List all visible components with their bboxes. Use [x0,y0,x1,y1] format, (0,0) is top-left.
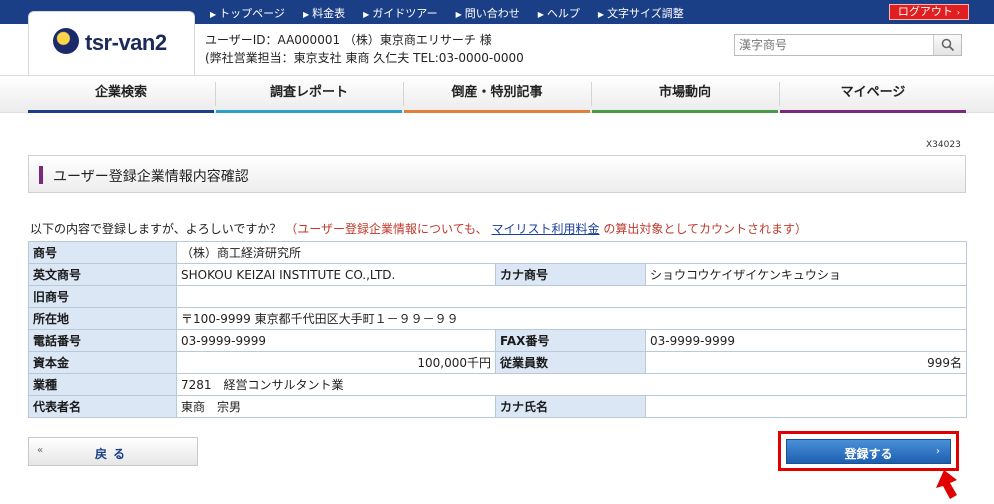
gnav-bankruptcy[interactable]: 倒産・特別記事 [404,76,590,113]
chevron-right-icon: › [936,446,940,457]
table-row: 資本金 100,000千円 従業員数 999名 [28,351,968,374]
tel-value: 03-9999-9999 [176,329,496,352]
representative-kana-label: カナ氏名 [495,395,646,418]
toplink-label: ガイドツアー [372,7,438,20]
pointer-arrow-icon [936,470,957,499]
search-box [734,34,962,56]
logo[interactable]: tsr-van2 [28,11,195,75]
arrow-icon: ▶ [455,10,462,19]
notice-text: 以下の内容で登録しますが、よろしいですか？ [30,222,282,236]
arrow-icon: ▶ [537,10,544,19]
notice-red-suffix: の算出対象としてカウントされます） [603,222,808,236]
representative-kana-value [644,395,968,418]
sales-contact-line: (弊社営業担当：東京支社 東商 久仁夫 TEL:03-0000-0000 [205,51,524,65]
table-row: 旧商号 [28,285,968,308]
gnav-underline [780,110,966,113]
gnav-label: 倒産・特別記事 [451,85,543,100]
kana-name-label: カナ商号 [495,263,646,286]
company-info-table: 商号 （株）商工経済研究所 英文商号 SHOKOU KEIZAI INSTITU… [28,241,968,418]
gnav-underline [404,110,590,113]
toplink-label: トップページ [219,7,285,20]
globe-logo-icon [53,28,79,54]
notice-red-prefix: （ユーザー登録企業情報についても、 [285,222,488,236]
logout-label: ログアウト [897,5,953,18]
user-id-line: ユーザーID：AA000001 （株）東京商エリサーチ 様 [205,33,492,47]
employees-value: 999名 [644,351,968,374]
industry-value: 7281 経営コンサルタント業 [175,373,968,396]
tel-label: 電話番号 [28,329,177,352]
name-label: 商号 [28,241,177,264]
arrow-icon: ▶ [597,10,605,19]
confirm-notice: 以下の内容で登録しますが、よろしいですか？ （ユーザー登録企業情報についても、 … [30,220,807,237]
representative-label: 代表者名 [28,395,177,418]
screen-id: X34023 [926,140,961,150]
arrow-icon: ▶ [363,10,370,19]
search-icon [941,38,955,52]
address-label: 所在地 [28,307,177,330]
old-name-label: 旧商号 [28,285,177,308]
industry-label: 業種 [28,373,177,396]
gnav-label: マイページ [840,85,906,100]
title-accent-bar [39,166,43,184]
arrow-icon: ▶ [210,10,217,19]
representative-value: 東商 宗男 [176,395,496,418]
en-name-value: SHOKOU KEIZAI INSTITUTE CO.,LTD. [176,263,496,286]
toplink-label: ヘルプ [546,7,580,20]
global-nav: 企業検索 調査レポート 倒産・特別記事 市場動向 マイページ [0,75,994,113]
kana-name-value: ショウコウケイザイケンキュウショ [644,263,968,286]
table-row: 代表者名 東商 宗男 カナ氏名 [28,395,968,418]
search-input[interactable] [735,35,933,55]
gnav-underline [216,110,402,113]
user-info: ユーザーID：AA000001 （株）東京商エリサーチ 様 (弊社営業担当：東京… [205,31,524,67]
page-title-panel: ユーザー登録企業情報内容確認 [28,155,966,193]
fax-label: FAX番号 [495,329,646,352]
old-name-value [175,285,968,308]
chevron-right-icon: › [956,8,961,17]
register-button-label: 登録する [844,447,893,461]
table-row: 商号 （株）商工経済研究所 [28,241,968,264]
en-name-label: 英文商号 [28,263,177,286]
address-value: 〒100-9999 東京都千代田区大手町１－９９－９９ [175,307,968,330]
capital-label: 資本金 [28,351,177,374]
table-row: 業種 7281 経営コンサルタント業 [28,373,968,396]
toplink-pricing[interactable]: ▶ 料金表 [303,5,345,21]
gnav-market[interactable]: 市場動向 [592,76,778,113]
register-highlight-frame: 登録する › [778,431,959,471]
gnav-report[interactable]: 調査レポート [216,76,402,113]
back-button[interactable]: « 戻る [28,437,198,466]
top-links: ▶ トップページ ▶ 料金表 ▶ ガイドツアー ▶ 問い合わせ ▶ ヘルプ ▶ 文字サイズ調… [210,5,702,21]
toplink-fontsize[interactable]: ▶ 文字サイズ調整 [598,5,684,21]
table-row: 英文商号 SHOKOU KEIZAI INSTITUTE CO.,LTD. カナ… [28,263,968,286]
fax-value: 03-9999-9999 [644,329,968,352]
gnav-company-search[interactable]: 企業検索 [28,76,214,113]
logo-text: tsr-van2 [85,30,167,55]
toplink-guide[interactable]: ▶ ガイドツアー [363,5,438,21]
toplink-label: 料金表 [312,7,346,20]
mylist-fee-link[interactable]: マイリスト利用料金 [492,222,600,236]
arrow-icon: ▶ [302,10,310,19]
gnav-label: 企業検索 [94,85,147,100]
page-title: ユーザー登録企業情報内容確認 [53,169,249,185]
toplink-top[interactable]: ▶ トップページ [210,5,285,21]
gnav-underline [592,110,778,113]
back-button-label: 戻る [94,447,131,461]
logout-button[interactable]: ログアウト › [889,4,969,20]
table-row: 所在地 〒100-9999 東京都千代田区大手町１－９９－９９ [28,307,968,330]
name-value: （株）商工経済研究所 [175,241,968,264]
employees-label: 従業員数 [495,351,646,374]
gnav-mypage[interactable]: マイページ [780,76,966,113]
toplink-contact[interactable]: ▶ 問い合わせ [456,5,520,21]
register-button[interactable]: 登録する › [786,439,951,464]
toplink-label: 文字サイズ調整 [607,7,684,20]
toplink-label: 問い合わせ [464,7,520,20]
table-row: 電話番号 03-9999-9999 FAX番号 03-9999-9999 [28,329,968,352]
search-button[interactable] [933,35,961,55]
gnav-label: 調査レポート [269,85,348,100]
toplink-help[interactable]: ▶ ヘルプ [538,5,580,21]
capital-value: 100,000千円 [176,351,496,374]
gnav-underline [28,110,214,113]
gnav-label: 市場動向 [658,85,711,100]
